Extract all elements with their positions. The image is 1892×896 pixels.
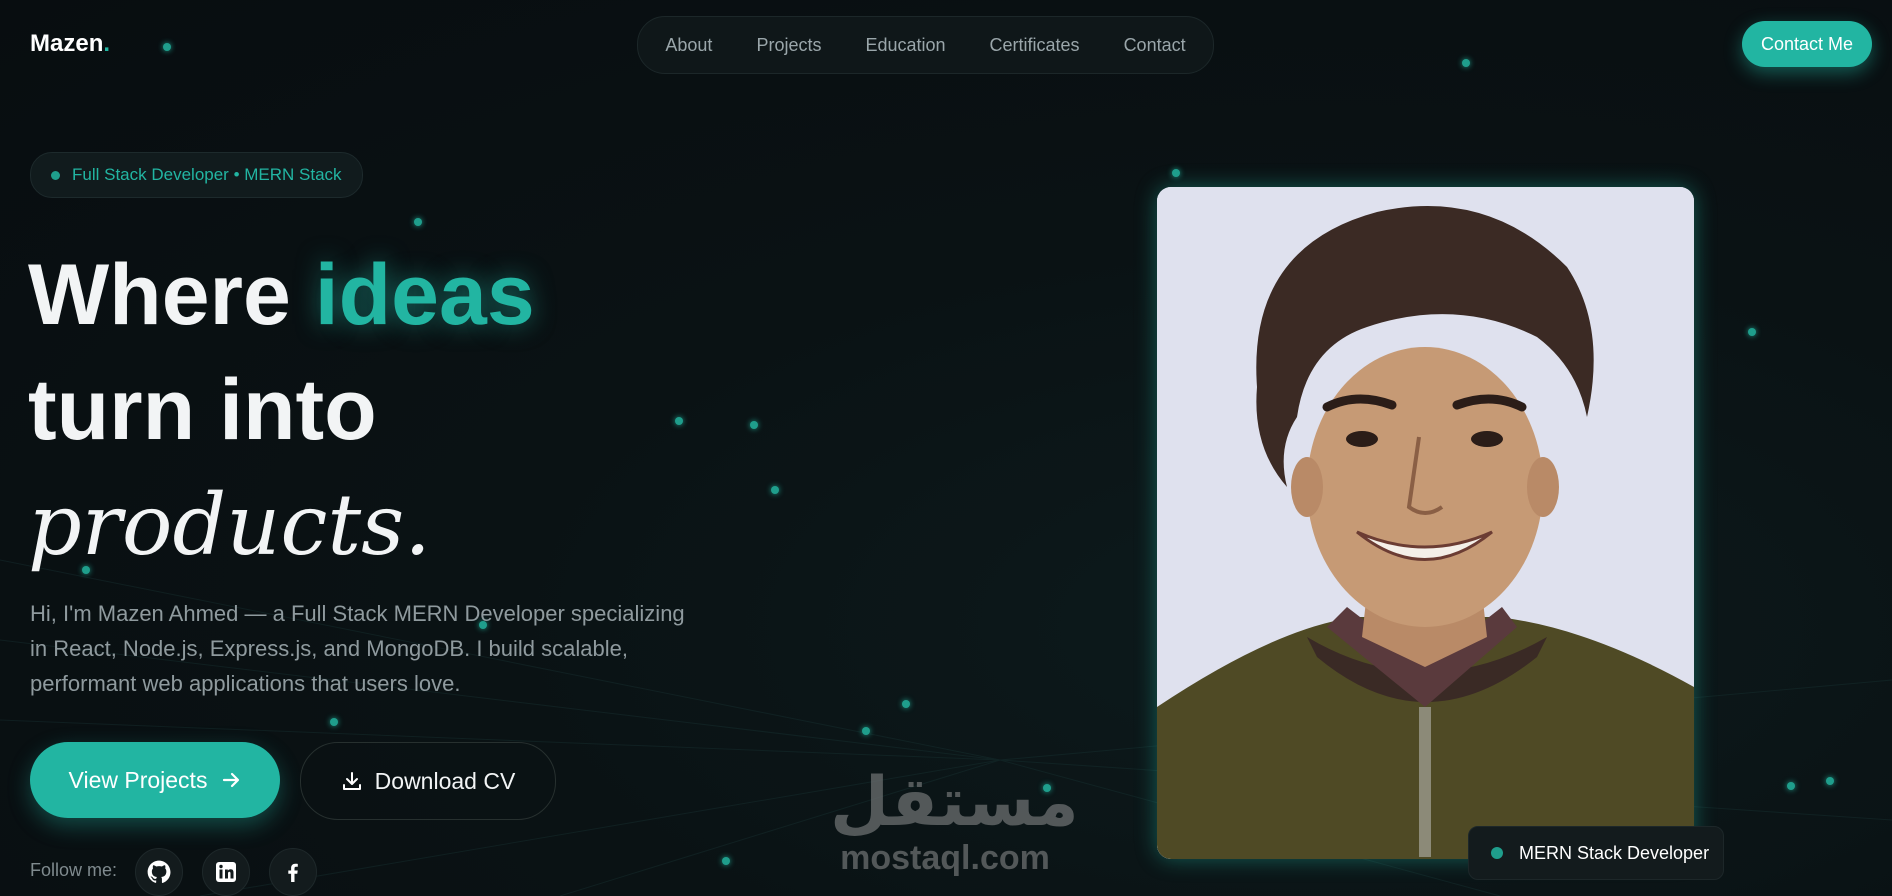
particle-dot xyxy=(902,700,910,708)
headline-period: . xyxy=(404,476,431,574)
arrow-right-icon xyxy=(223,772,240,788)
profile-photo xyxy=(1157,187,1694,859)
role-chip-label: MERN Stack Developer xyxy=(1519,842,1710,863)
facebook-link[interactable] xyxy=(269,848,317,896)
nav-certificates[interactable]: Certificates xyxy=(968,35,1102,56)
badge-text: Full Stack Developer • MERN Stack xyxy=(72,165,342,184)
nav-about[interactable]: About xyxy=(643,35,734,56)
logo-dot: . xyxy=(103,30,111,57)
particle-dot xyxy=(1826,777,1834,785)
logo-text: Mazen xyxy=(30,30,104,57)
portrait-image xyxy=(1157,187,1694,859)
status-dot-icon xyxy=(1491,847,1503,859)
follow-label: Follow me: xyxy=(30,860,118,880)
particle-dot xyxy=(750,421,758,429)
particle-dot xyxy=(1787,782,1795,790)
role-badge: Full Stack Developer • MERN Stack xyxy=(30,152,363,198)
particle-dot xyxy=(1462,59,1470,67)
headline-italic: products xyxy=(28,476,405,574)
watermark-latin: mostaql.com xyxy=(840,839,1050,877)
hero-description: Hi, I'm Mazen Ahmed — a Full Stack MERN … xyxy=(30,601,685,696)
particle-dot xyxy=(414,218,422,226)
badge-dot-icon xyxy=(51,170,60,180)
particle-dot xyxy=(675,417,683,425)
linkedin-link[interactable] xyxy=(202,848,250,896)
headline-line-1: Where ideas xyxy=(28,238,535,353)
headline-line-3: products. xyxy=(28,468,535,583)
headline-part-1: Where xyxy=(28,247,315,343)
particle-dot xyxy=(1748,328,1756,336)
download-cv-label: Download CV xyxy=(374,767,516,794)
hero-headline: Where ideas turn into products. xyxy=(28,238,535,583)
headline-highlight: ideas xyxy=(314,247,535,343)
view-projects-button[interactable]: View Projects xyxy=(30,742,280,818)
github-icon xyxy=(147,860,171,883)
facebook-icon xyxy=(288,863,298,882)
linkedin-icon xyxy=(216,862,236,882)
mostaql-watermark: مستقل mostaql.com xyxy=(830,763,1079,878)
particle-dot xyxy=(163,43,171,51)
particle-dot xyxy=(771,486,779,494)
particle-dot xyxy=(722,857,730,865)
nav-contact[interactable]: Contact xyxy=(1102,35,1208,56)
particle-dot xyxy=(1172,169,1180,177)
site-logo[interactable]: Mazen. xyxy=(30,30,110,58)
nav-education[interactable]: Education xyxy=(843,35,967,56)
nav-projects[interactable]: Projects xyxy=(734,35,843,56)
main-nav: About Projects Education Certificates Co… xyxy=(637,16,1214,74)
watermark-arabic: مستقل xyxy=(830,763,1079,842)
download-icon xyxy=(342,772,361,790)
contact-me-button[interactable]: Contact Me xyxy=(1742,21,1872,67)
role-chip: MERN Stack Developer xyxy=(1468,826,1724,880)
view-projects-label: View Projects xyxy=(68,766,208,793)
download-cv-button[interactable]: Download CV xyxy=(300,742,556,820)
headline-line-2: turn into xyxy=(28,362,377,458)
particle-dot xyxy=(862,727,870,735)
github-link[interactable] xyxy=(135,848,183,896)
particle-dot xyxy=(330,718,338,726)
